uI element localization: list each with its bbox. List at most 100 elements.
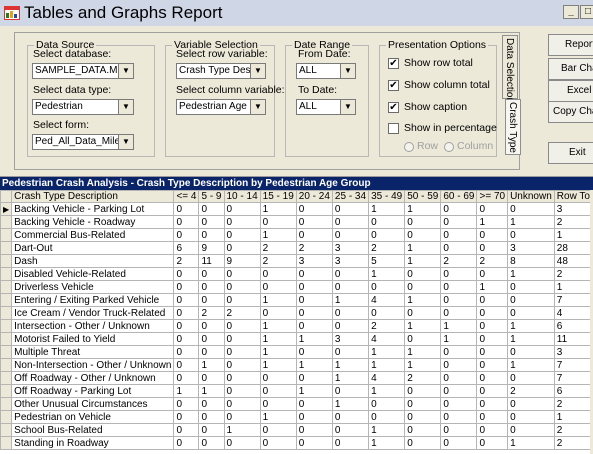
count-cell[interactable]: 0 [296, 294, 332, 307]
count-cell[interactable]: 0 [508, 411, 555, 424]
count-cell[interactable]: 2 [441, 255, 477, 268]
crash-type-cell[interactable]: Dart-Out [12, 242, 174, 255]
table-row[interactable]: Disabled Vehicle-Related000000100012 [1, 268, 593, 281]
count-cell[interactable]: 0 [260, 307, 296, 320]
count-cell[interactable]: 2 [554, 216, 593, 229]
count-cell[interactable]: 0 [508, 372, 555, 385]
to-date-select[interactable]: ALL ▼ [296, 99, 356, 115]
database-select[interactable]: SAMPLE_DATA.MDB ▼ [32, 63, 134, 79]
count-cell[interactable]: 3 [332, 255, 368, 268]
count-cell[interactable]: 0 [405, 229, 441, 242]
row-selector[interactable] [1, 281, 12, 294]
count-cell[interactable]: 2 [224, 307, 260, 320]
count-cell[interactable]: 0 [441, 359, 477, 372]
column-header[interactable]: 25 - 34 [332, 191, 368, 203]
table-row[interactable]: Backing Vehicle - Roadway000000000112 [1, 216, 593, 229]
count-cell[interactable]: 0 [405, 437, 441, 450]
count-cell[interactable]: 0 [332, 411, 368, 424]
count-cell[interactable]: 1 [224, 424, 260, 437]
count-cell[interactable]: 0 [296, 411, 332, 424]
count-cell[interactable]: 0 [405, 411, 441, 424]
count-cell[interactable]: 0 [174, 411, 199, 424]
count-cell[interactable]: 0 [477, 424, 508, 437]
crash-type-cell[interactable]: School Bus-Related [12, 424, 174, 437]
tab-data-selection[interactable]: Data Selection [502, 35, 518, 99]
count-cell[interactable]: 0 [199, 411, 224, 424]
table-row[interactable]: Ice Cream / Vendor Truck-Related02200000… [1, 307, 593, 320]
table-row[interactable]: Driverless Vehicle000000000101 [1, 281, 593, 294]
percentage-checkbox[interactable] [388, 123, 399, 134]
count-cell[interactable]: 1 [441, 320, 477, 333]
row-selector[interactable] [1, 229, 12, 242]
count-cell[interactable]: 2 [296, 242, 332, 255]
count-cell[interactable]: 1 [369, 359, 405, 372]
table-row[interactable]: Off Roadway - Parking Lot110010100026 [1, 385, 593, 398]
count-cell[interactable]: 0 [405, 281, 441, 294]
count-cell[interactable]: 1 [369, 385, 405, 398]
tab-crash-type[interactable]: Crash Type [505, 99, 521, 155]
count-cell[interactable]: 0 [441, 281, 477, 294]
count-cell[interactable]: 1 [508, 268, 555, 281]
column-header[interactable]: 5 - 9 [199, 191, 224, 203]
count-cell[interactable]: 0 [260, 398, 296, 411]
minimize-button[interactable]: _ [563, 5, 579, 19]
count-cell[interactable]: 0 [224, 242, 260, 255]
row-selector[interactable] [1, 385, 12, 398]
count-cell[interactable]: 0 [477, 346, 508, 359]
count-cell[interactable]: 0 [332, 281, 368, 294]
count-cell[interactable]: 2 [369, 320, 405, 333]
count-cell[interactable]: 0 [477, 437, 508, 450]
count-cell[interactable]: 2 [260, 242, 296, 255]
count-cell[interactable]: 0 [369, 281, 405, 294]
count-cell[interactable]: 0 [224, 203, 260, 216]
count-cell[interactable]: 0 [508, 398, 555, 411]
count-cell[interactable]: 0 [224, 346, 260, 359]
count-cell[interactable]: 0 [174, 346, 199, 359]
count-cell[interactable]: 1 [405, 346, 441, 359]
count-cell[interactable]: 0 [441, 268, 477, 281]
count-cell[interactable]: 0 [296, 268, 332, 281]
count-cell[interactable]: 0 [260, 281, 296, 294]
count-cell[interactable]: 1 [405, 320, 441, 333]
count-cell[interactable]: 6 [554, 320, 593, 333]
count-cell[interactable]: 1 [332, 294, 368, 307]
column-header[interactable]: 60 - 69 [441, 191, 477, 203]
datatype-select[interactable]: Pedestrian ▼ [32, 99, 134, 115]
column-radio[interactable] [444, 142, 454, 152]
count-cell[interactable]: 0 [296, 307, 332, 320]
count-cell[interactable]: 0 [441, 411, 477, 424]
count-cell[interactable]: 28 [554, 242, 593, 255]
count-cell[interactable]: 0 [174, 333, 199, 346]
count-cell[interactable]: 0 [296, 229, 332, 242]
count-cell[interactable]: 1 [260, 203, 296, 216]
count-cell[interactable]: 1 [199, 385, 224, 398]
count-cell[interactable]: 7 [554, 294, 593, 307]
table-row[interactable]: Commercial Bus-Related000100000001 [1, 229, 593, 242]
count-cell[interactable]: 1 [477, 216, 508, 229]
row-selector[interactable] [1, 242, 12, 255]
row-radio[interactable] [404, 142, 414, 152]
count-cell[interactable]: 1 [508, 359, 555, 372]
count-cell[interactable]: 0 [224, 359, 260, 372]
exit-button[interactable]: Exit [548, 142, 593, 164]
count-cell[interactable]: 0 [224, 216, 260, 229]
count-cell[interactable]: 1 [405, 242, 441, 255]
count-cell[interactable]: 0 [508, 346, 555, 359]
count-cell[interactable]: 2 [369, 242, 405, 255]
count-cell[interactable]: 3 [508, 242, 555, 255]
count-cell[interactable]: 9 [224, 255, 260, 268]
crash-type-cell[interactable]: Dash [12, 255, 174, 268]
row-selector[interactable] [1, 424, 12, 437]
table-row[interactable]: Other Unusual Circumstances000001000002 [1, 398, 593, 411]
count-cell[interactable]: 0 [174, 294, 199, 307]
count-cell[interactable]: 2 [554, 268, 593, 281]
count-cell[interactable]: 1 [174, 385, 199, 398]
column-header[interactable]: >= 70 [477, 191, 508, 203]
crash-type-cell[interactable]: Intersection - Other / Unknown [12, 320, 174, 333]
count-cell[interactable]: 0 [296, 437, 332, 450]
count-cell[interactable]: 0 [174, 437, 199, 450]
count-cell[interactable]: 0 [369, 411, 405, 424]
count-cell[interactable]: 0 [224, 268, 260, 281]
count-cell[interactable]: 0 [477, 372, 508, 385]
count-cell[interactable]: 1 [369, 424, 405, 437]
